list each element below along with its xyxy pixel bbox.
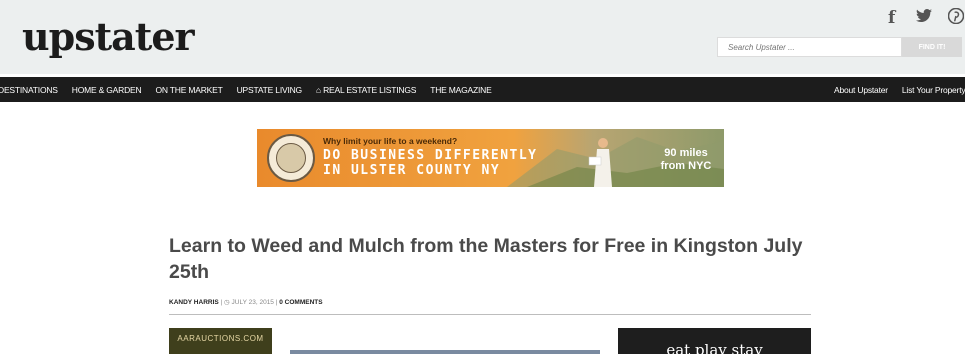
county-seal-icon bbox=[267, 134, 315, 182]
article-meta: KANDY HARRIS | ◷ JULY 23, 2015 | 0 COMME… bbox=[169, 298, 323, 306]
divider bbox=[169, 314, 811, 315]
nav-item-about[interactable]: About Upstater bbox=[834, 85, 888, 95]
nav-right: About Upstater List Your Property bbox=[834, 77, 965, 102]
article-title: Learn to Weed and Mulch from the Masters… bbox=[169, 235, 803, 283]
site-header: upstater f FIND IT! bbox=[0, 0, 965, 74]
nav-item-home-garden[interactable]: HOME & GARDEN bbox=[72, 85, 142, 95]
nav-item-upstate-living[interactable]: UPSTATE LIVING bbox=[237, 85, 303, 95]
search-input[interactable] bbox=[717, 37, 902, 57]
banner-miles-line-1: 90 miles bbox=[664, 147, 708, 159]
ad-right[interactable]: eat play stay bbox=[618, 328, 811, 354]
search-button[interactable]: FIND IT! bbox=[902, 37, 962, 57]
site-logo[interactable]: upstater bbox=[22, 14, 195, 59]
banner-miles: 90 miles from NYC bbox=[651, 147, 721, 173]
article-author[interactable]: KANDY HARRIS bbox=[169, 299, 219, 306]
clock-icon: ◷ bbox=[224, 299, 230, 306]
banner-headline-1: DO BUSINESS DIFFERENTLY bbox=[323, 148, 538, 163]
ad-left-text: AARAUCTIONS.COM bbox=[177, 334, 264, 343]
nav-item-on-the-market[interactable]: ON THE MARKET bbox=[155, 85, 222, 95]
nav-item-real-estate-listings[interactable]: ⌂ REAL ESTATE LISTINGS bbox=[316, 85, 416, 95]
nav-item-list-property[interactable]: List Your Property bbox=[902, 85, 965, 95]
reading-woman-image bbox=[588, 138, 612, 187]
ad-left[interactable]: AARAUCTIONS.COM bbox=[169, 328, 272, 354]
facebook-icon[interactable]: f bbox=[888, 8, 895, 28]
banner-miles-line-2: from NYC bbox=[660, 160, 712, 172]
banner-headline-2: IN ULSTER COUNTY NY bbox=[323, 163, 501, 178]
twitter-icon[interactable] bbox=[916, 8, 932, 28]
pinterest-icon[interactable] bbox=[947, 7, 965, 29]
main-nav: DESTINATIONS HOME & GARDEN ON THE MARKET… bbox=[0, 77, 965, 102]
article-image bbox=[290, 350, 600, 354]
article-comments[interactable]: 0 COMMENTS bbox=[279, 299, 322, 306]
nav-left: DESTINATIONS HOME & GARDEN ON THE MARKET… bbox=[0, 77, 506, 102]
article-date: JULY 23, 2015 bbox=[231, 299, 274, 306]
nav-item-destinations[interactable]: DESTINATIONS bbox=[0, 85, 58, 95]
ad-banner[interactable]: Why limit your life to a weekend? DO BUS… bbox=[257, 129, 724, 187]
banner-tagline: Why limit your life to a weekend? bbox=[323, 136, 458, 146]
ad-right-text: eat play stay bbox=[666, 341, 763, 354]
nav-item-the-magazine[interactable]: THE MAGAZINE bbox=[430, 85, 492, 95]
